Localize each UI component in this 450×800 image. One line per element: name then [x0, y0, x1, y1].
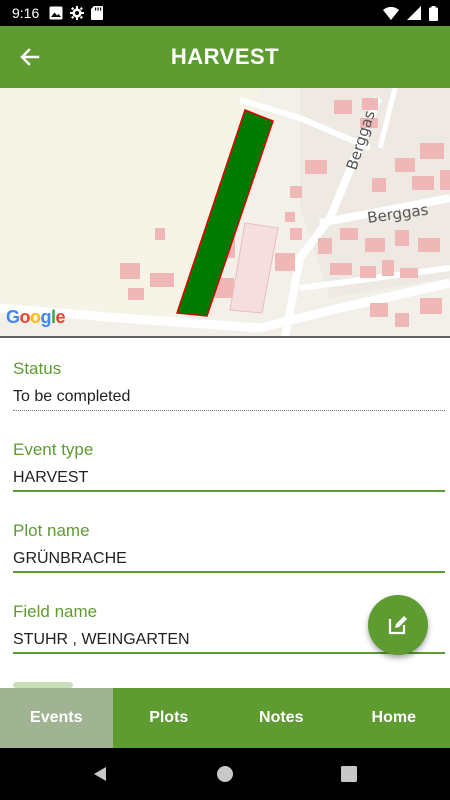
google-attribution[interactable]: Google [6, 307, 66, 328]
screen: 9:16 HARVEST Berggas Berggas Google Stat… [0, 0, 450, 800]
status-field: Status To be completed [13, 340, 445, 421]
field-label: Event type [13, 440, 94, 459]
image-icon [49, 6, 63, 20]
edit-fab-button[interactable] [368, 595, 428, 655]
tab-home[interactable]: Home [338, 688, 450, 748]
field-divider [13, 490, 445, 492]
field-label: Status [13, 359, 62, 378]
system-back-button[interactable] [88, 762, 112, 786]
gear-icon [70, 6, 85, 20]
arrow-back-icon [20, 48, 40, 66]
circle-home-icon [217, 766, 233, 782]
field-label: Plot name [13, 521, 90, 540]
field-divider [13, 410, 445, 411]
status-icons-left [49, 6, 104, 20]
field-value: HARVEST [13, 469, 89, 486]
triangle-back-icon [94, 767, 106, 781]
wifi-icon [383, 6, 399, 20]
page-title: HARVEST [170, 44, 280, 69]
event-type-field: Event type HARVEST [13, 421, 445, 502]
tab-label: Plots [149, 709, 189, 726]
edit-icon [388, 616, 407, 635]
plot-name-field: Plot name GRÜNBRACHE [13, 502, 445, 583]
sd-card-icon [91, 6, 104, 20]
tab-label: Events [30, 709, 83, 726]
system-navigation-bar [0, 748, 450, 800]
status-icons-right [383, 5, 438, 21]
partially-hidden-field [13, 664, 445, 688]
battery-icon [429, 5, 438, 21]
tab-label: Home [371, 709, 416, 726]
map-canvas: Berggas Berggas [0, 88, 450, 336]
cell-signal-icon [407, 6, 421, 20]
tab-notes[interactable]: Notes [225, 688, 338, 748]
tab-events[interactable]: Events [0, 688, 113, 748]
map-view[interactable]: Berggas Berggas Google [0, 88, 450, 338]
status-time: 9:16 [12, 5, 40, 21]
system-recents-button[interactable] [337, 762, 361, 786]
square-recents-icon [341, 766, 357, 782]
field-value: GRÜNBRACHE [13, 550, 127, 567]
bottom-navigation: Events Plots Notes Home [0, 688, 450, 748]
tab-label: Notes [259, 709, 304, 726]
back-button[interactable] [12, 39, 48, 75]
status-bar: 9:16 [0, 0, 450, 26]
app-bar: HARVEST [0, 26, 450, 88]
system-home-button[interactable] [213, 762, 237, 786]
field-divider [13, 571, 445, 573]
field-value: To be completed [13, 388, 131, 405]
tab-plots[interactable]: Plots [113, 688, 226, 748]
field-divider [13, 652, 445, 654]
